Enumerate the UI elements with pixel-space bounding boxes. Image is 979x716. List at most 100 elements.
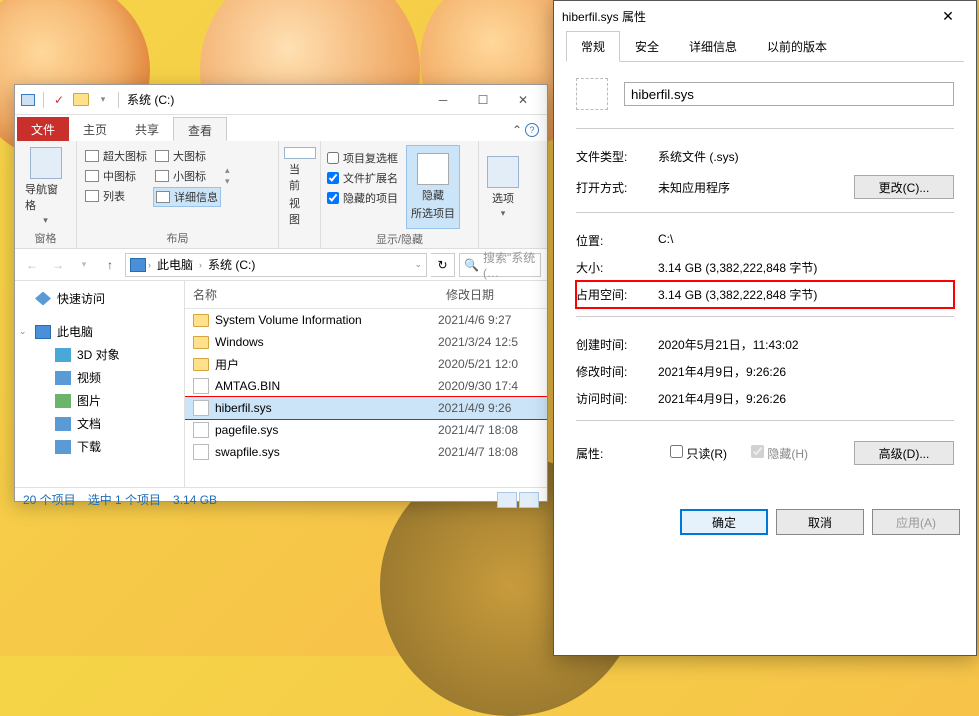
nav-3d-objects[interactable]: 3D 对象 [15,343,184,366]
sort-icon [284,147,316,159]
modified-value: 2021年4月9日，9:26:26 [658,363,954,380]
dialog-title: hiberfil.sys 属性 [562,8,646,25]
tab-previous-versions[interactable]: 以前的版本 [752,31,842,62]
file-row[interactable]: AMTAG.BIN2020/9/30 17:4 [185,375,547,397]
current-view-button[interactable]: 当前 视图 [285,145,314,229]
drive-icon [130,258,146,272]
tab-file[interactable]: 文件 [17,117,69,141]
ribbon-collapse-icon[interactable]: ⌃? [504,119,547,141]
layout-details[interactable]: 详细信息 [153,187,221,207]
file-list: 名称 修改日期 System Volume Information 2021/4/… [185,281,547,487]
dialog-close-button[interactable]: ✕ [928,3,968,29]
advanced-button[interactable]: 高级(D)... [854,441,954,465]
tab-general[interactable]: 常规 [566,31,620,62]
status-selected: 选中 1 个项目 [88,491,161,508]
tab-security[interactable]: 安全 [620,31,674,62]
forward-button[interactable]: → [47,254,69,276]
ok-button[interactable]: 确定 [680,509,768,535]
tab-share[interactable]: 共享 [121,117,173,141]
file-name: System Volume Information [215,313,362,327]
size-on-disk-row: 占用空间:3.14 GB (3,382,222,848 字节) [576,281,954,308]
location-value: C:\ [658,232,954,249]
layout-list[interactable]: 列表 [83,187,149,205]
file-row[interactable]: swapfile.sys2021/4/7 18:08 [185,441,547,463]
search-icon: 🔍 [464,258,479,272]
close-button[interactable]: ✕ [503,85,543,115]
status-bar: 20 个项目 选中 1 个项目 3.14 GB [15,487,547,511]
breadcrumb[interactable]: › 此电脑 › 系统 (C:) ⌄ [125,253,427,277]
file-date: 2021/3/24 12:5 [438,335,543,349]
maximize-button[interactable]: ☐ [463,85,503,115]
qa-folder-icon[interactable] [72,91,90,109]
file-row[interactable]: pagefile.sys2021/4/7 18:08 [185,419,547,441]
file-name: Windows [215,335,264,349]
col-name[interactable]: 名称 [185,281,438,308]
file-name: swapfile.sys [215,445,280,459]
apply-button[interactable]: 应用(A) [872,509,960,535]
nav-pane: 快速访问 ⌄此电脑 3D 对象 视频 图片 文档 下载 [15,281,185,487]
file-list-header: 名称 修改日期 [185,281,547,309]
hidden-checkbox[interactable]: 隐藏(H) [751,445,808,462]
ribbon-tabs: 文件 主页 共享 查看 ⌃? [15,115,547,141]
file-row[interactable]: System Volume Information 2021/4/6 9:27 [185,309,547,331]
details-view-icon[interactable] [497,492,517,508]
nav-documents[interactable]: 文档 [15,412,184,435]
window-title: 系统 (C:) [127,91,174,108]
layout-md[interactable]: 中图标 [83,167,149,185]
file-name: hiberfil.sys [215,401,272,415]
nav-pane-button[interactable]: 导航窗格 ▾ [21,145,70,228]
extensions-toggle[interactable]: 文件扩展名 [327,169,398,187]
tab-view[interactable]: 查看 [173,117,227,141]
accessed-value: 2021年4月9日，9:26:26 [658,390,954,407]
options-button[interactable]: 选项 ▾ [485,145,521,229]
minimize-button[interactable]: ─ [423,85,463,115]
titlebar: ✓ ▾ 系统 (C:) ─ ☐ ✕ [15,85,547,115]
change-button[interactable]: 更改(C)... [854,175,954,199]
hidden-toggle[interactable]: 隐藏的项目 [327,189,398,207]
hide-items-button[interactable]: 隐藏 所选项目 [406,145,460,229]
thumbnails-view-icon[interactable] [519,492,539,508]
qa-dropdown-icon[interactable]: ▾ [94,91,112,109]
qa-check-icon[interactable]: ✓ [50,91,68,109]
col-date[interactable]: 修改日期 [438,281,543,308]
nav-this-pc[interactable]: ⌄此电脑 [15,320,184,343]
size-value: 3.14 GB (3,382,222,848 字节) [658,259,954,276]
path-dropdown-icon[interactable]: ⌄ [414,259,422,270]
file-name: pagefile.sys [215,423,278,437]
size-on-disk-value: 3.14 GB (3,382,222,848 字节) [658,286,954,303]
file-date: 2021/4/6 9:27 [438,313,543,327]
nav-downloads[interactable]: 下载 [15,435,184,458]
dialog-titlebar: hiberfil.sys 属性 ✕ [554,1,976,31]
layout-lg[interactable]: 大图标 [153,147,221,165]
file-explorer-window: ✓ ▾ 系统 (C:) ─ ☐ ✕ 文件 主页 共享 查看 ⌃? 导航窗格 ▾ … [14,84,548,502]
file-type-icon [576,78,608,110]
file-icon [193,422,209,438]
file-row[interactable]: 用户2020/5/21 12:0 [185,353,547,375]
layout-xl[interactable]: 超大图标 [83,147,149,165]
properties-dialog: hiberfil.sys 属性 ✕ 常规 安全 详细信息 以前的版本 文件类型:… [553,0,977,656]
layout-sm[interactable]: 小图标 [153,167,221,185]
file-icon [193,444,209,460]
created-value: 2020年5月21日，11:43:02 [658,336,954,353]
history-dropdown[interactable]: ▾ [73,254,95,276]
search-input[interactable]: 🔍 搜索"系统 (… [459,253,541,277]
options-icon [487,156,519,188]
cancel-button[interactable]: 取消 [776,509,864,535]
nav-videos[interactable]: 视频 [15,366,184,389]
tab-home[interactable]: 主页 [69,117,121,141]
tab-details[interactable]: 详细信息 [674,31,752,62]
refresh-button[interactable]: ↻ [431,253,455,277]
file-icon [193,400,209,416]
opens-with-value: 未知应用程序 [658,179,846,196]
readonly-checkbox[interactable]: 只读(R) [670,445,727,462]
filename-input[interactable] [624,82,954,106]
nav-quick-access[interactable]: 快速访问 [15,287,184,310]
checkboxes-toggle[interactable]: 项目复选框 [327,149,398,167]
back-button[interactable]: ← [21,254,43,276]
up-button[interactable]: ↑ [99,254,121,276]
file-date: 2020/9/30 17:4 [438,379,543,393]
file-row[interactable]: Windows 2021/3/24 12:5 [185,331,547,353]
file-row[interactable]: hiberfil.sys2021/4/9 9:26 [185,397,547,419]
status-size: 3.14 GB [173,493,217,507]
nav-pictures[interactable]: 图片 [15,389,184,412]
